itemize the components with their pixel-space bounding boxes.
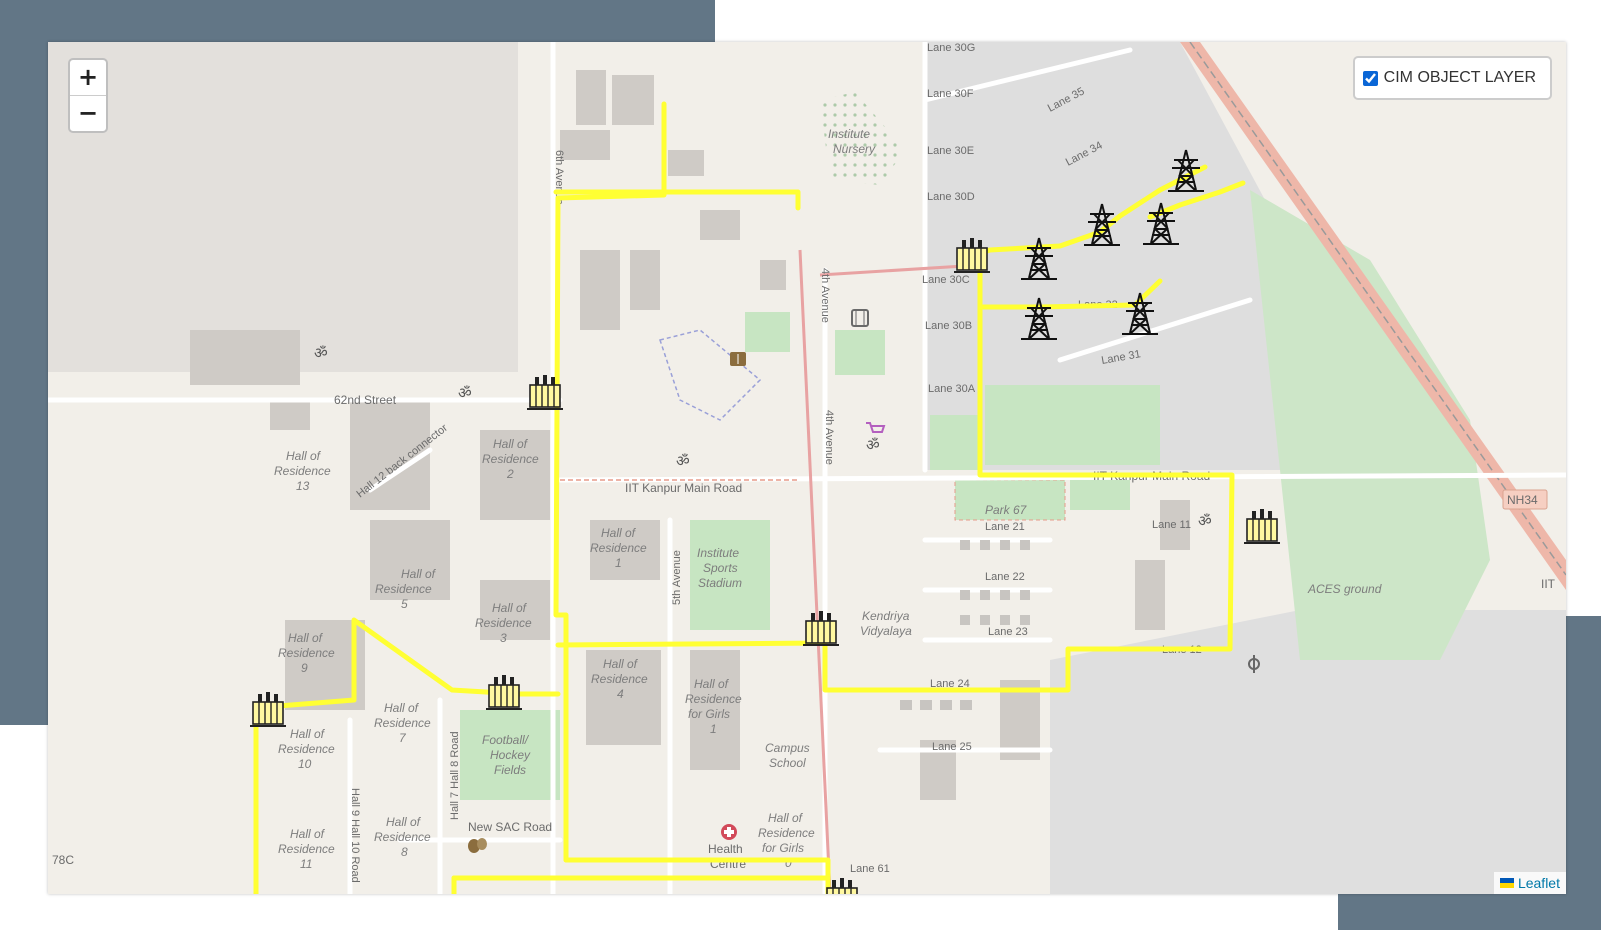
label-hall-7-1: Hall of — [384, 701, 420, 715]
label-hall7-hall8-road: Hall 7 Hall 8 Road — [449, 731, 461, 820]
label-campus-school-2: School — [769, 756, 806, 770]
label-hall-5-2: Residence — [375, 582, 432, 596]
label-kv-2: Vidyalaya — [860, 624, 912, 638]
label-hall-13-1: Hall of — [286, 449, 322, 463]
label-girls-b-2: Residence — [758, 826, 815, 840]
map-tiles: Lane 30G Lane 30F Lane 30E Lane 30D Lane… — [48, 42, 1566, 894]
label-hall-8-1: Hall of — [386, 815, 422, 829]
label-hall-10-2: Residence — [278, 742, 335, 756]
label-football-3: Fields — [494, 763, 526, 777]
label-hall-3-2: Residence — [475, 616, 532, 630]
label-hall-11-3: 11 — [300, 857, 312, 871]
library-book-icon — [730, 352, 746, 366]
label-hall-4-1: Hall of — [603, 657, 639, 671]
label-hall9-hall10-road: Hall 9 Hall 10 Road — [349, 788, 361, 883]
label-lane-25: Lane 25 — [932, 741, 972, 753]
leaflet-link[interactable]: Leaflet — [1518, 875, 1560, 891]
label-hall-13-3: 13 — [296, 479, 310, 493]
label-football-2: Hockey — [490, 748, 531, 762]
label-fourth-avenue-2: 4th Avenue — [823, 410, 835, 465]
label-hall-11-1: Hall of — [290, 827, 326, 841]
label-girls-b-3: for Girls — [762, 841, 804, 855]
label-hall-3-3: 3 — [500, 631, 507, 645]
label-girls1-2: Residence — [685, 692, 742, 706]
label-lane-21: Lane 21 — [985, 521, 1025, 533]
label-stadium-3: Stadium — [698, 576, 742, 590]
hospital-cross-icon — [721, 824, 737, 840]
label-hall-9-1: Hall of — [288, 631, 324, 645]
label-hall-5-1: Hall of — [401, 567, 437, 581]
label-hall-8-3: 8 — [401, 845, 408, 859]
attribution: Leaflet — [1493, 872, 1566, 894]
om-temple-icon: ॐ — [1198, 512, 1212, 530]
label-stadium-2: Sports — [703, 561, 738, 575]
label-hall-5-3: 5 — [401, 597, 408, 611]
om-temple-icon: ॐ — [458, 384, 472, 402]
label-main-road-west: IIT Kanpur Main Road — [625, 481, 742, 495]
label-lane-30f: Lane 30F — [927, 88, 974, 100]
label-campus-school-1: Campus — [765, 741, 810, 755]
label-fifth-avenue: 5th Avenue — [671, 550, 683, 605]
label-girls1-1: Hall of — [694, 677, 730, 691]
label-lane-30e: Lane 30E — [927, 145, 974, 157]
zoom-in-button[interactable]: + — [70, 60, 106, 95]
ukraine-flag-icon — [1499, 878, 1514, 888]
label-hall-8-2: Residence — [374, 830, 431, 844]
cim-layer-label: CIM OBJECT LAYER — [1383, 69, 1536, 86]
label-aces-ground: ACES ground — [1307, 582, 1382, 596]
label-lane-30d: Lane 30D — [927, 191, 975, 203]
label-hall-4-3: 4 — [617, 687, 624, 701]
zoom-control: + − — [68, 58, 108, 133]
label-edge-78c: 78C — [52, 853, 74, 867]
label-hall-13-2: Residence — [274, 464, 331, 478]
label-park-67: Park 67 — [985, 503, 1028, 517]
layer-control[interactable]: CIM OBJECT LAYER — [1352, 56, 1552, 100]
label-hall-2-3: 2 — [506, 467, 514, 481]
cim-layer-checkbox[interactable] — [1362, 70, 1378, 86]
label-hall-10-3: 10 — [298, 757, 312, 771]
label-lane-30g: Lane 30G — [927, 42, 975, 54]
label-hall-2-2: Residence — [482, 452, 539, 466]
label-institute-nursery-2: Nursery — [833, 142, 876, 156]
label-hall-11-2: Residence — [278, 842, 335, 856]
label-girls-b-1: Hall of — [768, 811, 804, 825]
label-girls1-3: for Girls — [688, 707, 730, 721]
label-lane-30b: Lane 30B — [925, 320, 972, 332]
label-lane-30c: Lane 30C — [922, 274, 970, 286]
label-nh34: NH34 — [1507, 493, 1538, 507]
label-lane-30a: Lane 30A — [928, 383, 976, 395]
om-temple-icon: ॐ — [866, 436, 880, 454]
zoom-out-button[interactable]: − — [70, 95, 106, 131]
map-container[interactable]: Lane 30G Lane 30F Lane 30E Lane 30D Lane… — [48, 42, 1566, 894]
label-hall-1-3: 1 — [615, 556, 622, 570]
label-lane-23: Lane 23 — [988, 626, 1028, 638]
label-hall-1-2: Residence — [590, 541, 647, 555]
label-kv-1: Kendriya — [862, 609, 910, 623]
label-girls1-4: 1 — [710, 722, 717, 736]
label-hall-4-2: Residence — [591, 672, 648, 686]
label-fourth-avenue: 4th Avenue — [819, 268, 831, 323]
label-lane-11: Lane 11 — [1152, 519, 1191, 531]
label-lane-22: Lane 22 — [985, 571, 1025, 583]
label-football-1: Football/ — [482, 733, 530, 747]
label-stadium-1: Institute — [697, 546, 739, 560]
label-hall-7-2: Residence — [374, 716, 431, 730]
om-temple-icon: ॐ — [676, 452, 690, 470]
label-institute-nursery-1: Institute — [828, 127, 870, 141]
label-hall-9-3: 9 — [301, 661, 308, 675]
label-hall-1-1: Hall of — [601, 526, 637, 540]
label-hall-10-1: Hall of — [290, 727, 326, 741]
label-new-sac-road: New SAC Road — [468, 820, 552, 834]
label-health-1: Health — [708, 842, 743, 856]
label-iit-edge: IIT — [1541, 577, 1556, 591]
label-hall-9-2: Residence — [278, 646, 335, 660]
label-hall-2-1: Hall of — [493, 437, 529, 451]
label-lane-61: Lane 61 — [850, 863, 890, 875]
om-temple-icon: ॐ — [314, 344, 328, 362]
label-hall-3-1: Hall of — [492, 601, 528, 615]
label-62nd-street: 62nd Street — [334, 393, 397, 407]
